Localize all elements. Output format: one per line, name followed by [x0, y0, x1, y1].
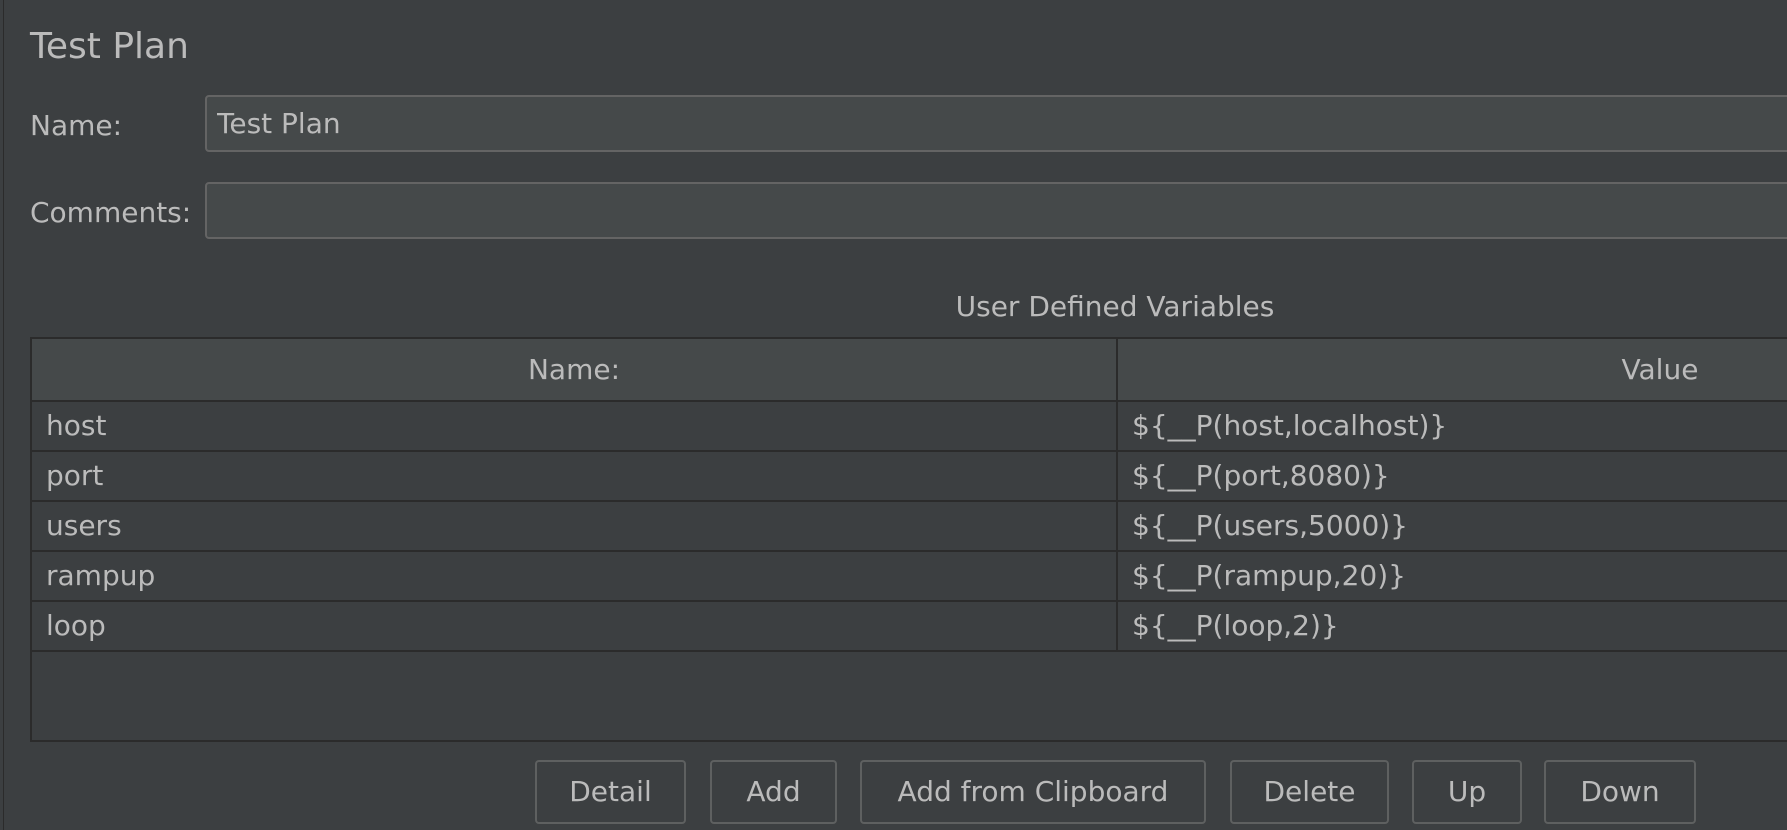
table-header: Name: Value — [32, 339, 1787, 402]
cell-name[interactable]: users — [46, 502, 1106, 550]
cell-divider — [1116, 402, 1118, 450]
column-header-value[interactable]: Value — [1118, 339, 1787, 400]
table-row[interactable]: port ${__P(port,8080)} — [32, 452, 1787, 502]
cell-value[interactable]: ${__P(rampup,20)} — [1132, 552, 1787, 600]
table-row[interactable]: loop ${__P(loop,2)} — [32, 602, 1787, 652]
table-body: host ${__P(host,localhost)} port ${__P(p… — [32, 402, 1787, 652]
cell-divider — [1116, 602, 1118, 650]
panel-title: Test Plan — [30, 26, 189, 67]
cell-name[interactable]: rampup — [46, 552, 1106, 600]
up-button[interactable]: Up — [1412, 760, 1522, 824]
table-row[interactable]: host ${__P(host,localhost)} — [32, 402, 1787, 452]
comments-input[interactable] — [205, 182, 1787, 239]
cell-divider — [1116, 552, 1118, 600]
detail-button[interactable]: Detail — [535, 760, 686, 824]
cell-divider — [1116, 452, 1118, 500]
variables-table[interactable]: Name: Value host ${__P(host,localhost)} … — [30, 337, 1787, 742]
add-button[interactable]: Add — [710, 760, 837, 824]
column-header-name[interactable]: Name: — [32, 339, 1116, 400]
table-row[interactable]: rampup ${__P(rampup,20)} — [32, 552, 1787, 602]
table-row[interactable]: users ${__P(users,5000)} — [32, 502, 1787, 552]
down-button[interactable]: Down — [1544, 760, 1696, 824]
cell-name[interactable]: host — [46, 402, 1106, 450]
cell-value[interactable]: ${__P(host,localhost)} — [1132, 402, 1787, 450]
name-input[interactable] — [205, 95, 1787, 152]
add-from-clipboard-button[interactable]: Add from Clipboard — [860, 760, 1206, 824]
user-defined-variables-title: User Defined Variables — [955, 290, 1275, 323]
cell-value[interactable]: ${__P(users,5000)} — [1132, 502, 1787, 550]
test-plan-panel: Test Plan Name: Comments: User Defined V… — [0, 0, 1787, 830]
cell-divider — [1116, 502, 1118, 550]
name-label: Name: — [30, 109, 123, 142]
delete-button[interactable]: Delete — [1230, 760, 1389, 824]
cell-name[interactable]: loop — [46, 602, 1106, 650]
cell-name[interactable]: port — [46, 452, 1106, 500]
panel-left-border — [3, 0, 4, 830]
cell-value[interactable]: ${__P(port,8080)} — [1132, 452, 1787, 500]
comments-label: Comments: — [30, 196, 192, 229]
cell-value[interactable]: ${__P(loop,2)} — [1132, 602, 1787, 650]
